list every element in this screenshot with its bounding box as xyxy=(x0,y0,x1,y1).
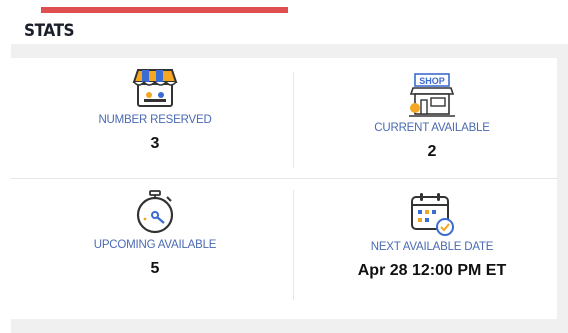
store-awning-icon xyxy=(132,69,178,107)
grid-divider-vertical-top xyxy=(293,72,294,168)
stat-value: 5 xyxy=(150,260,160,277)
stat-next-available-date: NEXT AVAILABLE DATE Apr 28 12:00 PM ET xyxy=(302,191,562,280)
stat-current-available: SHOP CURRENT AVAILABLE 2 xyxy=(302,72,562,161)
stat-label: CURRENT AVAILABLE xyxy=(374,122,490,134)
grid-divider-horizontal xyxy=(11,178,557,179)
shop-icon: SHOP xyxy=(409,73,455,117)
stat-upcoming-available: UPCOMING AVAILABLE 5 xyxy=(25,189,285,278)
calendar-check-icon xyxy=(411,193,454,236)
stat-value: 2 xyxy=(427,143,437,160)
section-title: STATS xyxy=(24,21,75,41)
stat-value: Apr 28 12:00 PM ET xyxy=(357,262,507,279)
stat-label: UPCOMING AVAILABLE xyxy=(93,239,217,251)
stat-value: 3 xyxy=(150,135,160,152)
stopwatch-icon xyxy=(136,190,174,234)
stat-number-reserved: NUMBER RESERVED 3 xyxy=(25,66,285,153)
stat-label: NEXT AVAILABLE DATE xyxy=(370,241,494,253)
shop-sign-text: SHOP xyxy=(419,76,445,86)
grid-divider-vertical-bottom xyxy=(293,190,294,300)
stat-label: NUMBER RESERVED xyxy=(98,114,212,126)
